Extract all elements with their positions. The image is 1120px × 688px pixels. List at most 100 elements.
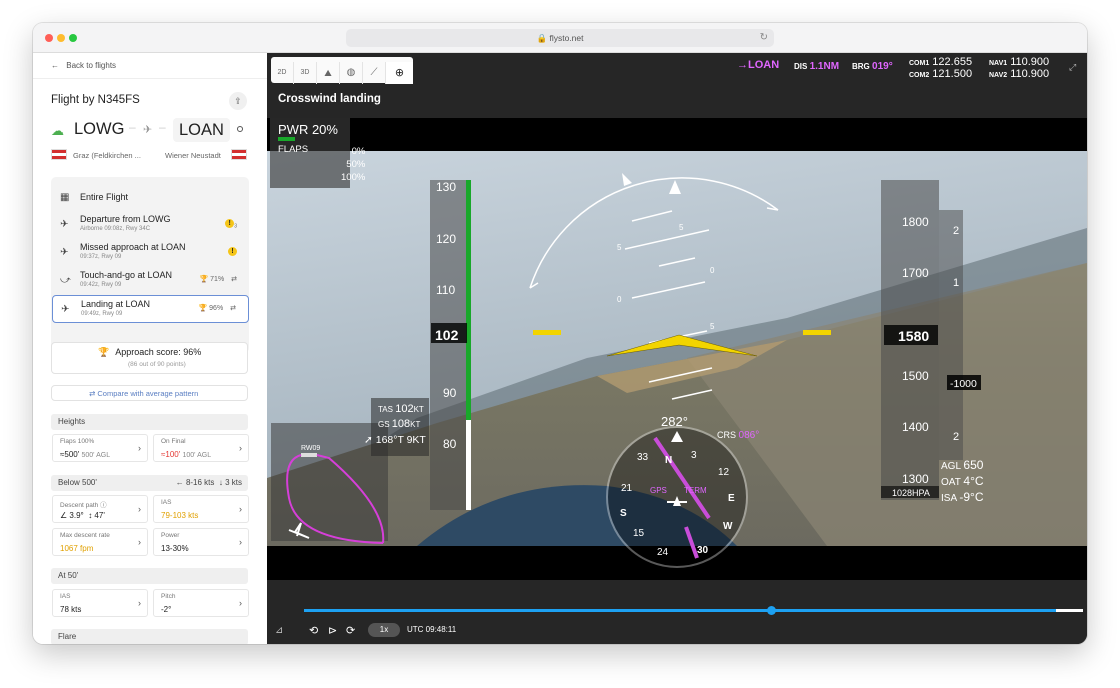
- minimize-window-button[interactable]: [57, 34, 65, 42]
- flaps-label: FLAPS: [278, 144, 309, 155]
- compass-label: 24: [657, 547, 669, 558]
- trophy-icon: 🏆: [199, 276, 209, 283]
- compass-label: E: [728, 493, 735, 504]
- phase-entire-flight[interactable]: ▦ Entire Flight: [52, 183, 249, 211]
- altitude-current: 1580: [898, 328, 929, 344]
- updown-icon: ↕: [88, 511, 93, 520]
- ias-metric[interactable]: IAS 79-103 kts ›: [153, 495, 249, 523]
- phase-departure[interactable]: ✈ Departure from LOWG Airborne 09:08z, R…: [52, 211, 249, 239]
- play-icon[interactable]: ⊳: [328, 624, 337, 637]
- phase-touch-and-go[interactable]: ⤻ Touch-and-go at LOAN 09:42z, Rwy 09 🏆 …: [52, 267, 249, 295]
- altitude-tick: 1700: [902, 266, 929, 280]
- vsi-tick: 1: [953, 277, 959, 289]
- address-bar[interactable]: 🔒 flysto.net ↻: [346, 29, 774, 47]
- playback-speed-button[interactable]: 1x: [368, 623, 400, 637]
- warning-icon: !: [225, 219, 235, 228]
- forward-5-icon[interactable]: ⟳: [346, 624, 355, 637]
- zoom-window-button[interactable]: [69, 34, 77, 42]
- view-toolbar: 2D 3D ⛰ ◍ ⟋ ⊕: [271, 57, 413, 84]
- metric-label: Flaps 100%: [60, 438, 95, 445]
- metric-value: -2°: [161, 605, 172, 614]
- plane-icon: ✈: [143, 124, 153, 136]
- approach-points: (86 out of 90 points): [128, 361, 186, 368]
- com-radios: COM1 122.655 COM2 121.500: [909, 56, 972, 80]
- warning-badge: !: [228, 247, 237, 256]
- heights-section-title: Heights: [51, 414, 248, 430]
- terrain-icon[interactable]: ⛰: [317, 62, 340, 84]
- isa-label: ISA: [941, 493, 957, 504]
- fullscreen-icon[interactable]: ⤢: [1069, 62, 1076, 73]
- warning-count: 3: [234, 223, 237, 230]
- approach-score-card: 🏆 Approach score: 96% (86 out of 90 point…: [51, 342, 248, 374]
- max-descent-rate-metric[interactable]: Max descent rate 1067 fpm ›: [52, 528, 148, 556]
- pitch-mark: 0: [710, 266, 715, 275]
- on-final-metric[interactable]: On Final ≈100' 100' AGL ›: [153, 434, 249, 462]
- browser-titlebar: 🔒 flysto.net ↻: [33, 23, 1087, 53]
- crosswind-value: 8-16 kts: [185, 478, 215, 487]
- gps-label: GPS: [650, 486, 667, 495]
- phase-label: Touch-and-go at LOAN: [80, 270, 173, 280]
- compare-button[interactable]: ⇄ Compare with average pattern: [51, 385, 248, 401]
- wind-value: 168°T 9KT: [375, 434, 426, 446]
- altitude-tick: 1500: [902, 369, 929, 383]
- metric-label: Descent path ⓘ: [60, 499, 107, 509]
- score-badge: 🏆 96% ⇄: [198, 304, 236, 312]
- share-icon[interactable]: ⇪: [229, 92, 247, 110]
- airspeed-tick: 120: [436, 232, 456, 246]
- nav-radios: NAV1 110.900 NAV2 110.900: [989, 56, 1049, 80]
- grid-icon: ▦: [60, 192, 70, 203]
- timeline-track[interactable]: [304, 606, 1083, 615]
- view-3d-button[interactable]: 3D: [294, 62, 317, 84]
- timeline-handle[interactable]: [767, 606, 776, 615]
- globe-icon[interactable]: ◍: [340, 62, 363, 84]
- waypoint-to: →LOAN: [737, 59, 779, 71]
- vsi-current: -1000: [950, 378, 977, 390]
- chevron-right-icon: ›: [138, 598, 141, 608]
- air-data: AGL 650 OAT 4°C ISA -9°C: [941, 458, 984, 506]
- horizon-marker-left: [533, 330, 561, 335]
- zoom-icon[interactable]: ⊕: [386, 62, 413, 84]
- chevron-right-icon: ›: [138, 537, 141, 547]
- phase-missed-approach[interactable]: ✈ Missed approach at LOAN 09:37z, Rwy 09…: [52, 239, 249, 267]
- origin-code[interactable]: LOWG: [74, 120, 124, 139]
- speed-panel: TAS 102KT GS 108KT ➚ 168°T 9KT: [364, 398, 429, 456]
- chart-icon[interactable]: ⟋: [363, 62, 386, 84]
- horizon-marker-right: [803, 330, 831, 335]
- back-link[interactable]: ← Back to flights: [51, 61, 116, 70]
- metric-label: Pitch: [161, 593, 176, 600]
- graph-toggle-icon[interactable]: ⊿: [275, 625, 283, 636]
- arrow-left-icon: ←: [175, 478, 184, 487]
- agl-value: 650: [963, 458, 984, 472]
- flaps-metric[interactable]: Flaps 100% ≈500' 500' AGL ›: [52, 434, 148, 462]
- rewind-5-icon[interactable]: ⟲: [309, 624, 318, 637]
- landing-icon: ✈: [61, 304, 70, 315]
- airspeed-tick: 80: [443, 437, 457, 451]
- reload-icon[interactable]: ↻: [760, 29, 768, 47]
- brg-label: BRG: [852, 62, 870, 71]
- flare-section-title: Flare: [51, 629, 248, 644]
- power-metric[interactable]: Power 13-30% ›: [153, 528, 249, 556]
- descent-path-metric[interactable]: Descent path ⓘ ∠ 3.9° ↕ 47' ›: [52, 495, 148, 523]
- view-2d-button[interactable]: 2D: [271, 62, 294, 84]
- term-label: TERM: [684, 486, 707, 495]
- pitch-mark: 5: [617, 243, 622, 252]
- onfinal-value: ≈100': [161, 450, 181, 459]
- ias-at-50-metric[interactable]: IAS 78 kts ›: [52, 589, 148, 617]
- close-window-button[interactable]: [45, 34, 53, 42]
- destination-code[interactable]: LOAN: [173, 118, 230, 142]
- compare-label: ⇄ Compare with average pattern: [89, 389, 198, 398]
- pitch-mark: 5: [679, 223, 684, 232]
- phase-score: 96%: [209, 305, 224, 312]
- pitch-metric[interactable]: Pitch -2° ›: [153, 589, 249, 617]
- phase-landing[interactable]: ✈ Landing at LOAN 09:49z, Rwy 09 🏆 96% ⇄: [52, 295, 249, 323]
- airspeed-tick: 90: [443, 386, 457, 400]
- warning-icon: !: [228, 247, 237, 256]
- compare-icon: ⇄: [230, 305, 236, 312]
- crs-value: 086°: [739, 430, 760, 441]
- help-icon[interactable]: ⓘ: [100, 502, 107, 509]
- below-500-section: Below 500' ← 8-16 kts ↓ 3 kts: [51, 475, 248, 491]
- phase-score: 71%: [210, 276, 225, 283]
- metric-label: On Final: [161, 438, 186, 445]
- oat-value: 4°C: [963, 474, 984, 488]
- baro-setting: 1028HPA: [892, 488, 930, 498]
